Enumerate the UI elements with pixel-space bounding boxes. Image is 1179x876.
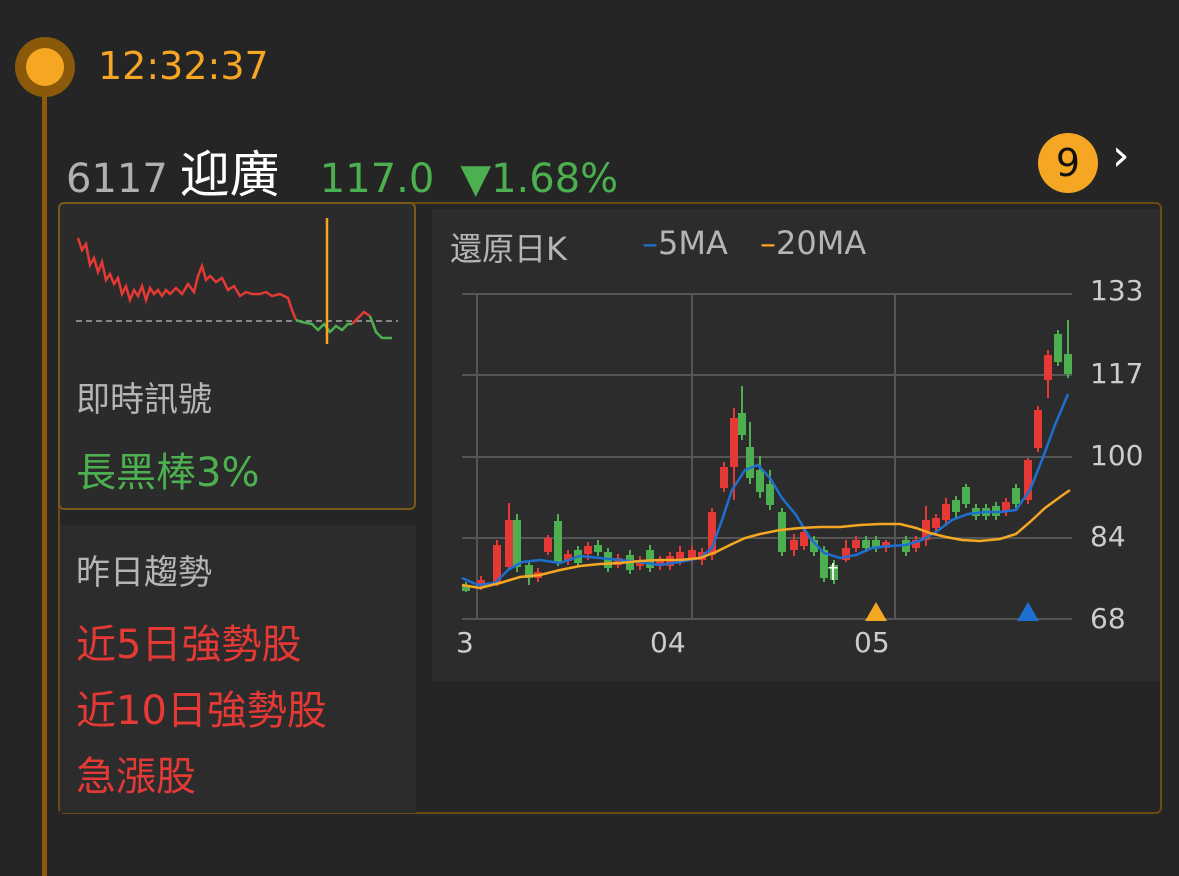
- y-tick: 84: [1090, 520, 1126, 553]
- y-tick: 100: [1090, 439, 1143, 472]
- candle-body: [544, 538, 552, 552]
- candle-body: [730, 418, 738, 467]
- marker-up-blue: [1017, 602, 1039, 621]
- candle-body: [646, 550, 654, 568]
- candle-body: [738, 413, 746, 435]
- candle-body: [1012, 488, 1020, 504]
- x-tick: 3: [456, 626, 474, 659]
- candle-body: [513, 520, 521, 567]
- candle-body: [932, 518, 940, 528]
- y-tick: 68: [1090, 602, 1126, 635]
- candle-body: [505, 520, 513, 567]
- candle-body: [862, 540, 870, 548]
- candle-body: [554, 521, 562, 562]
- candle-body: [756, 470, 764, 492]
- candle-body: [766, 484, 774, 505]
- candle-body: [778, 512, 786, 552]
- candle-body: [720, 467, 728, 488]
- x-tick: 05: [854, 626, 890, 659]
- candle-body: [952, 500, 960, 512]
- candle-body: [852, 540, 860, 548]
- candle-body: [1044, 355, 1052, 380]
- dagger-marker: †: [828, 559, 838, 583]
- candle-body: [746, 447, 754, 478]
- candle-body: [790, 540, 798, 550]
- x-tick: 04: [650, 626, 686, 659]
- candle-body: [1034, 410, 1042, 448]
- ma5-line: [461, 393, 1070, 587]
- marker-up-orange: [865, 602, 887, 621]
- candle-body: [688, 550, 696, 558]
- candle-body: [594, 545, 602, 552]
- candle-body: [962, 487, 970, 504]
- candle-body: [584, 546, 592, 554]
- y-tick: 133: [1090, 274, 1143, 307]
- candle-body: [942, 504, 950, 520]
- y-tick: 117: [1090, 357, 1143, 390]
- candle-body: [1054, 334, 1062, 362]
- candle-body: [1064, 354, 1072, 374]
- kline-chart: 133 117 100 84 68 3 04 05 †: [456, 274, 1143, 659]
- chart-grid: [462, 293, 1072, 620]
